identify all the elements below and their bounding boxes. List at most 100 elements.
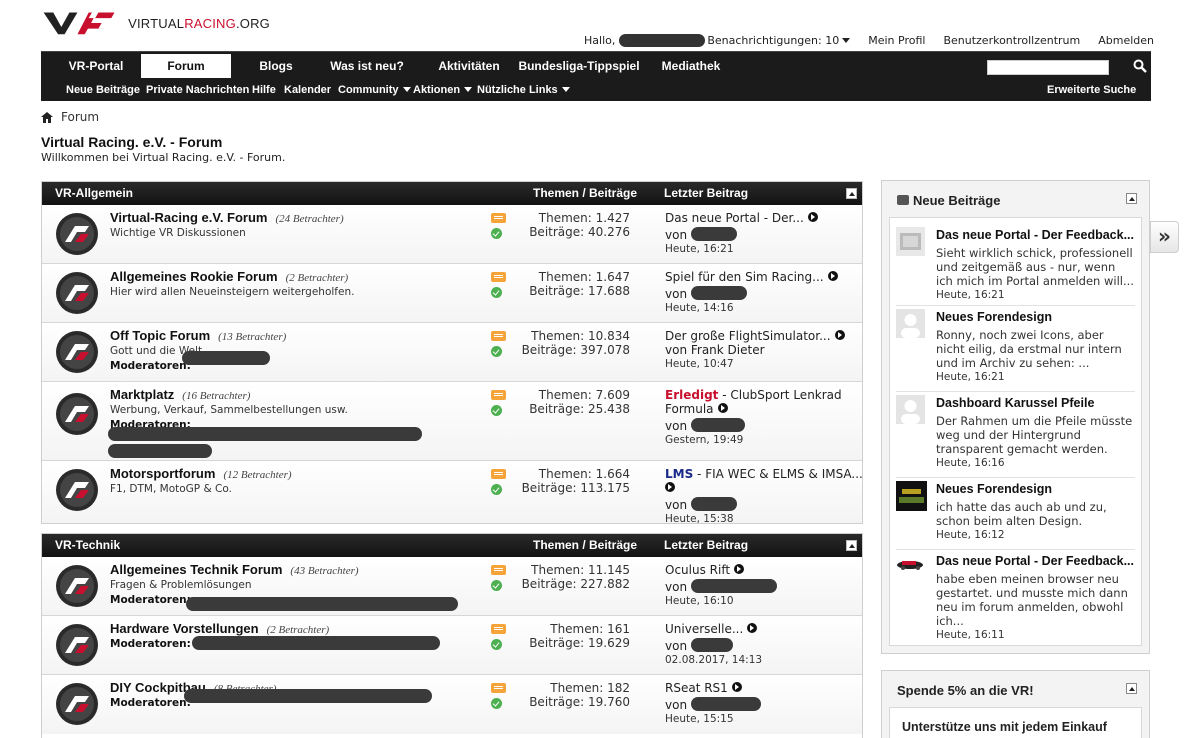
- forum-row[interactable]: Off Topic Forum (13 Betrachter) Gott und …: [42, 323, 862, 382]
- sub-calendar[interactable]: Kalender: [284, 83, 331, 97]
- site-logo[interactable]: VIRTUALRACING.ORG: [42, 6, 270, 40]
- profile-link[interactable]: Mein Profil: [868, 34, 925, 47]
- advanced-search-link[interactable]: Erweiterte Suche: [1047, 83, 1136, 97]
- post-title[interactable]: Neues Forendesign: [936, 310, 1135, 324]
- go-to-post-icon[interactable]: [734, 564, 745, 574]
- sub-help[interactable]: Hilfe: [252, 83, 276, 97]
- tab-vr-portal[interactable]: VR-Portal: [55, 54, 137, 78]
- forum-icon: [56, 683, 98, 725]
- go-to-post-icon[interactable]: [807, 212, 818, 222]
- sub-useful-links[interactable]: Nützliche Links: [477, 83, 570, 97]
- list-item[interactable]: Dashboard Karussel Pfeile Der Rahmen um …: [896, 392, 1135, 478]
- sub-community[interactable]: Community: [338, 83, 411, 97]
- go-to-post-icon[interactable]: [834, 330, 845, 340]
- rss-icon[interactable]: [491, 390, 506, 400]
- last-post[interactable]: LMS - FIA WEC & ELMS & IMSA... von Heute…: [665, 467, 863, 526]
- read-status-icon: [491, 228, 502, 239]
- go-to-post-icon[interactable]: [731, 682, 742, 692]
- rss-icon[interactable]: [491, 683, 506, 693]
- tab-bundesliga[interactable]: Bundesliga-Tippspiel: [509, 54, 649, 78]
- forum-viewers: (16 Betrachter): [182, 390, 251, 402]
- forum-name[interactable]: Off Topic Forum (13 Betrachter): [110, 328, 286, 343]
- forum-description: Werbung, Verkauf, Sammelbestellungen usw…: [110, 404, 348, 416]
- forum-stats: Themen: 161 Beiträge: 19.629: [529, 622, 630, 650]
- last-post[interactable]: RSeat RS1 von Heute, 15:15: [665, 681, 855, 726]
- last-post[interactable]: Das neue Portal - Der... von Heute, 16:2…: [665, 211, 855, 256]
- forum-row[interactable]: Hardware Vorstellungen (2 Betrachter) Mod…: [42, 616, 862, 675]
- collapse-icon[interactable]: [1126, 683, 1137, 694]
- list-item[interactable]: Neues Forendesign ich hatte das auch ab …: [896, 478, 1135, 550]
- forum-name[interactable]: Allgemeines Technik Forum (43 Betrachter): [110, 562, 359, 577]
- tab-blogs[interactable]: Blogs: [241, 54, 311, 78]
- post-excerpt: ich hatte das auch ab und zu, schon beim…: [936, 500, 1107, 528]
- forum-row[interactable]: Allgemeines Technik Forum (43 Betrachter)…: [42, 557, 862, 616]
- go-to-post-icon[interactable]: [827, 271, 838, 281]
- rss-icon[interactable]: [491, 272, 506, 282]
- sub-actions[interactable]: Aktionen: [413, 83, 473, 97]
- forum-viewers: (24 Betrachter): [275, 213, 344, 225]
- go-to-post-icon[interactable]: [665, 482, 675, 492]
- rss-icon[interactable]: [491, 565, 506, 575]
- rss-icon[interactable]: [491, 331, 506, 341]
- forum-stats: Themen: 10.834 Beiträge: 397.078: [521, 329, 630, 357]
- list-item[interactable]: Das neue Portal - Der Feedback... habe e…: [896, 550, 1135, 645]
- sub-private-messages[interactable]: Private Nachrichten: [146, 83, 249, 97]
- rss-icon[interactable]: [491, 213, 506, 223]
- forum-name[interactable]: Virtual-Racing e.V. Forum (24 Betrachter): [110, 210, 344, 225]
- forum-icon: [56, 469, 98, 511]
- search-input[interactable]: [987, 60, 1109, 75]
- collapse-icon[interactable]: [1126, 193, 1137, 204]
- last-post[interactable]: Erledigt - ClubSport Lenkrad Formula von…: [665, 388, 855, 447]
- post-title[interactable]: Dashboard Karussel Pfeile: [936, 396, 1135, 410]
- post-title[interactable]: Das neue Portal - Der Feedback...: [936, 228, 1135, 242]
- search-icon[interactable]: [1133, 59, 1147, 73]
- speech-bubble-icon: [897, 195, 909, 205]
- breadcrumb-forum[interactable]: Forum: [61, 110, 99, 124]
- read-status-icon: [491, 287, 502, 298]
- forum-name[interactable]: Hardware Vorstellungen (2 Betrachter): [110, 621, 329, 636]
- redacted-username: [619, 33, 706, 47]
- forum-name[interactable]: Allgemeines Rookie Forum (2 Betrachter): [110, 269, 348, 284]
- post-excerpt: Ronny, noch zwei Icons, aber nicht eilig…: [936, 328, 1122, 370]
- forum-moderators: Moderatoren:: [110, 360, 191, 372]
- tab-forum[interactable]: Forum: [141, 54, 231, 78]
- last-post[interactable]: Oculus Rift von Heute, 16:10: [665, 563, 855, 608]
- notifications-menu[interactable]: Benachrichtigungen: 10: [707, 34, 851, 47]
- logo-text: VIRTUALRACING.ORG: [128, 15, 270, 31]
- tab-activities[interactable]: Aktivitäten: [421, 54, 517, 78]
- forum-name[interactable]: Motorsportforum (12 Betrachter): [110, 466, 292, 481]
- forum-row[interactable]: DIY Cockpitbau(8 Betrachter) Moderatoren…: [42, 675, 862, 734]
- collapse-icon[interactable]: [846, 188, 857, 199]
- go-to-post-icon[interactable]: [717, 403, 728, 413]
- forum-name[interactable]: Marktplatz (16 Betrachter): [110, 387, 250, 402]
- forum-row[interactable]: Motorsportforum (12 Betrachter) F1, DTM, …: [42, 461, 863, 526]
- post-time: Heute, 16:12: [936, 529, 1005, 541]
- forum-moderators: Moderatoren:: [110, 638, 191, 650]
- avatar: [896, 309, 925, 338]
- forum-stats: Themen: 1.647 Beiträge: 17.688: [529, 270, 630, 298]
- post-title[interactable]: Das neue Portal - Der Feedback...: [936, 554, 1135, 568]
- last-post[interactable]: Der große FlightSimulator... von Frank D…: [665, 329, 855, 371]
- post-title[interactable]: Neues Forendesign: [936, 482, 1135, 496]
- collapse-icon[interactable]: [846, 540, 857, 551]
- column-last-post: Letzter Beitrag: [664, 186, 749, 200]
- last-post[interactable]: Universelle... von 02.08.2017, 14:13: [665, 622, 855, 667]
- forum-row[interactable]: Allgemeines Rookie Forum (2 Betrachter) H…: [42, 264, 862, 323]
- home-icon[interactable]: [41, 111, 53, 123]
- usercp-link[interactable]: Benutzerkontrollzentrum: [943, 34, 1080, 47]
- go-to-post-icon[interactable]: [747, 623, 758, 633]
- rss-icon[interactable]: [491, 624, 506, 634]
- forum-description: Hier wird allen Neueinsteigern weitergeh…: [110, 286, 355, 298]
- rss-icon[interactable]: [491, 469, 506, 479]
- forum-row[interactable]: Virtual-Racing e.V. Forum (24 Betrachter)…: [42, 205, 862, 264]
- list-item[interactable]: Das neue Portal - Der Feedback... Sieht …: [896, 224, 1135, 306]
- logout-link[interactable]: Abmelden: [1098, 34, 1154, 47]
- last-post[interactable]: Spiel für den Sim Racing... von Heute, 1…: [665, 270, 855, 315]
- tab-whats-new[interactable]: Was ist neu?: [321, 54, 413, 78]
- list-item[interactable]: Neues Forendesign Ronny, noch zwei Icons…: [896, 306, 1135, 392]
- sidebar-toggle-button[interactable]: »: [1150, 221, 1179, 253]
- sub-new-posts[interactable]: Neue Beiträge: [66, 83, 140, 97]
- forum-row[interactable]: Marktplatz (16 Betrachter) Werbung, Verka…: [42, 382, 862, 461]
- tab-mediathek[interactable]: Mediathek: [653, 54, 729, 78]
- forum-stats: Themen: 182 Beiträge: 19.760: [529, 681, 630, 709]
